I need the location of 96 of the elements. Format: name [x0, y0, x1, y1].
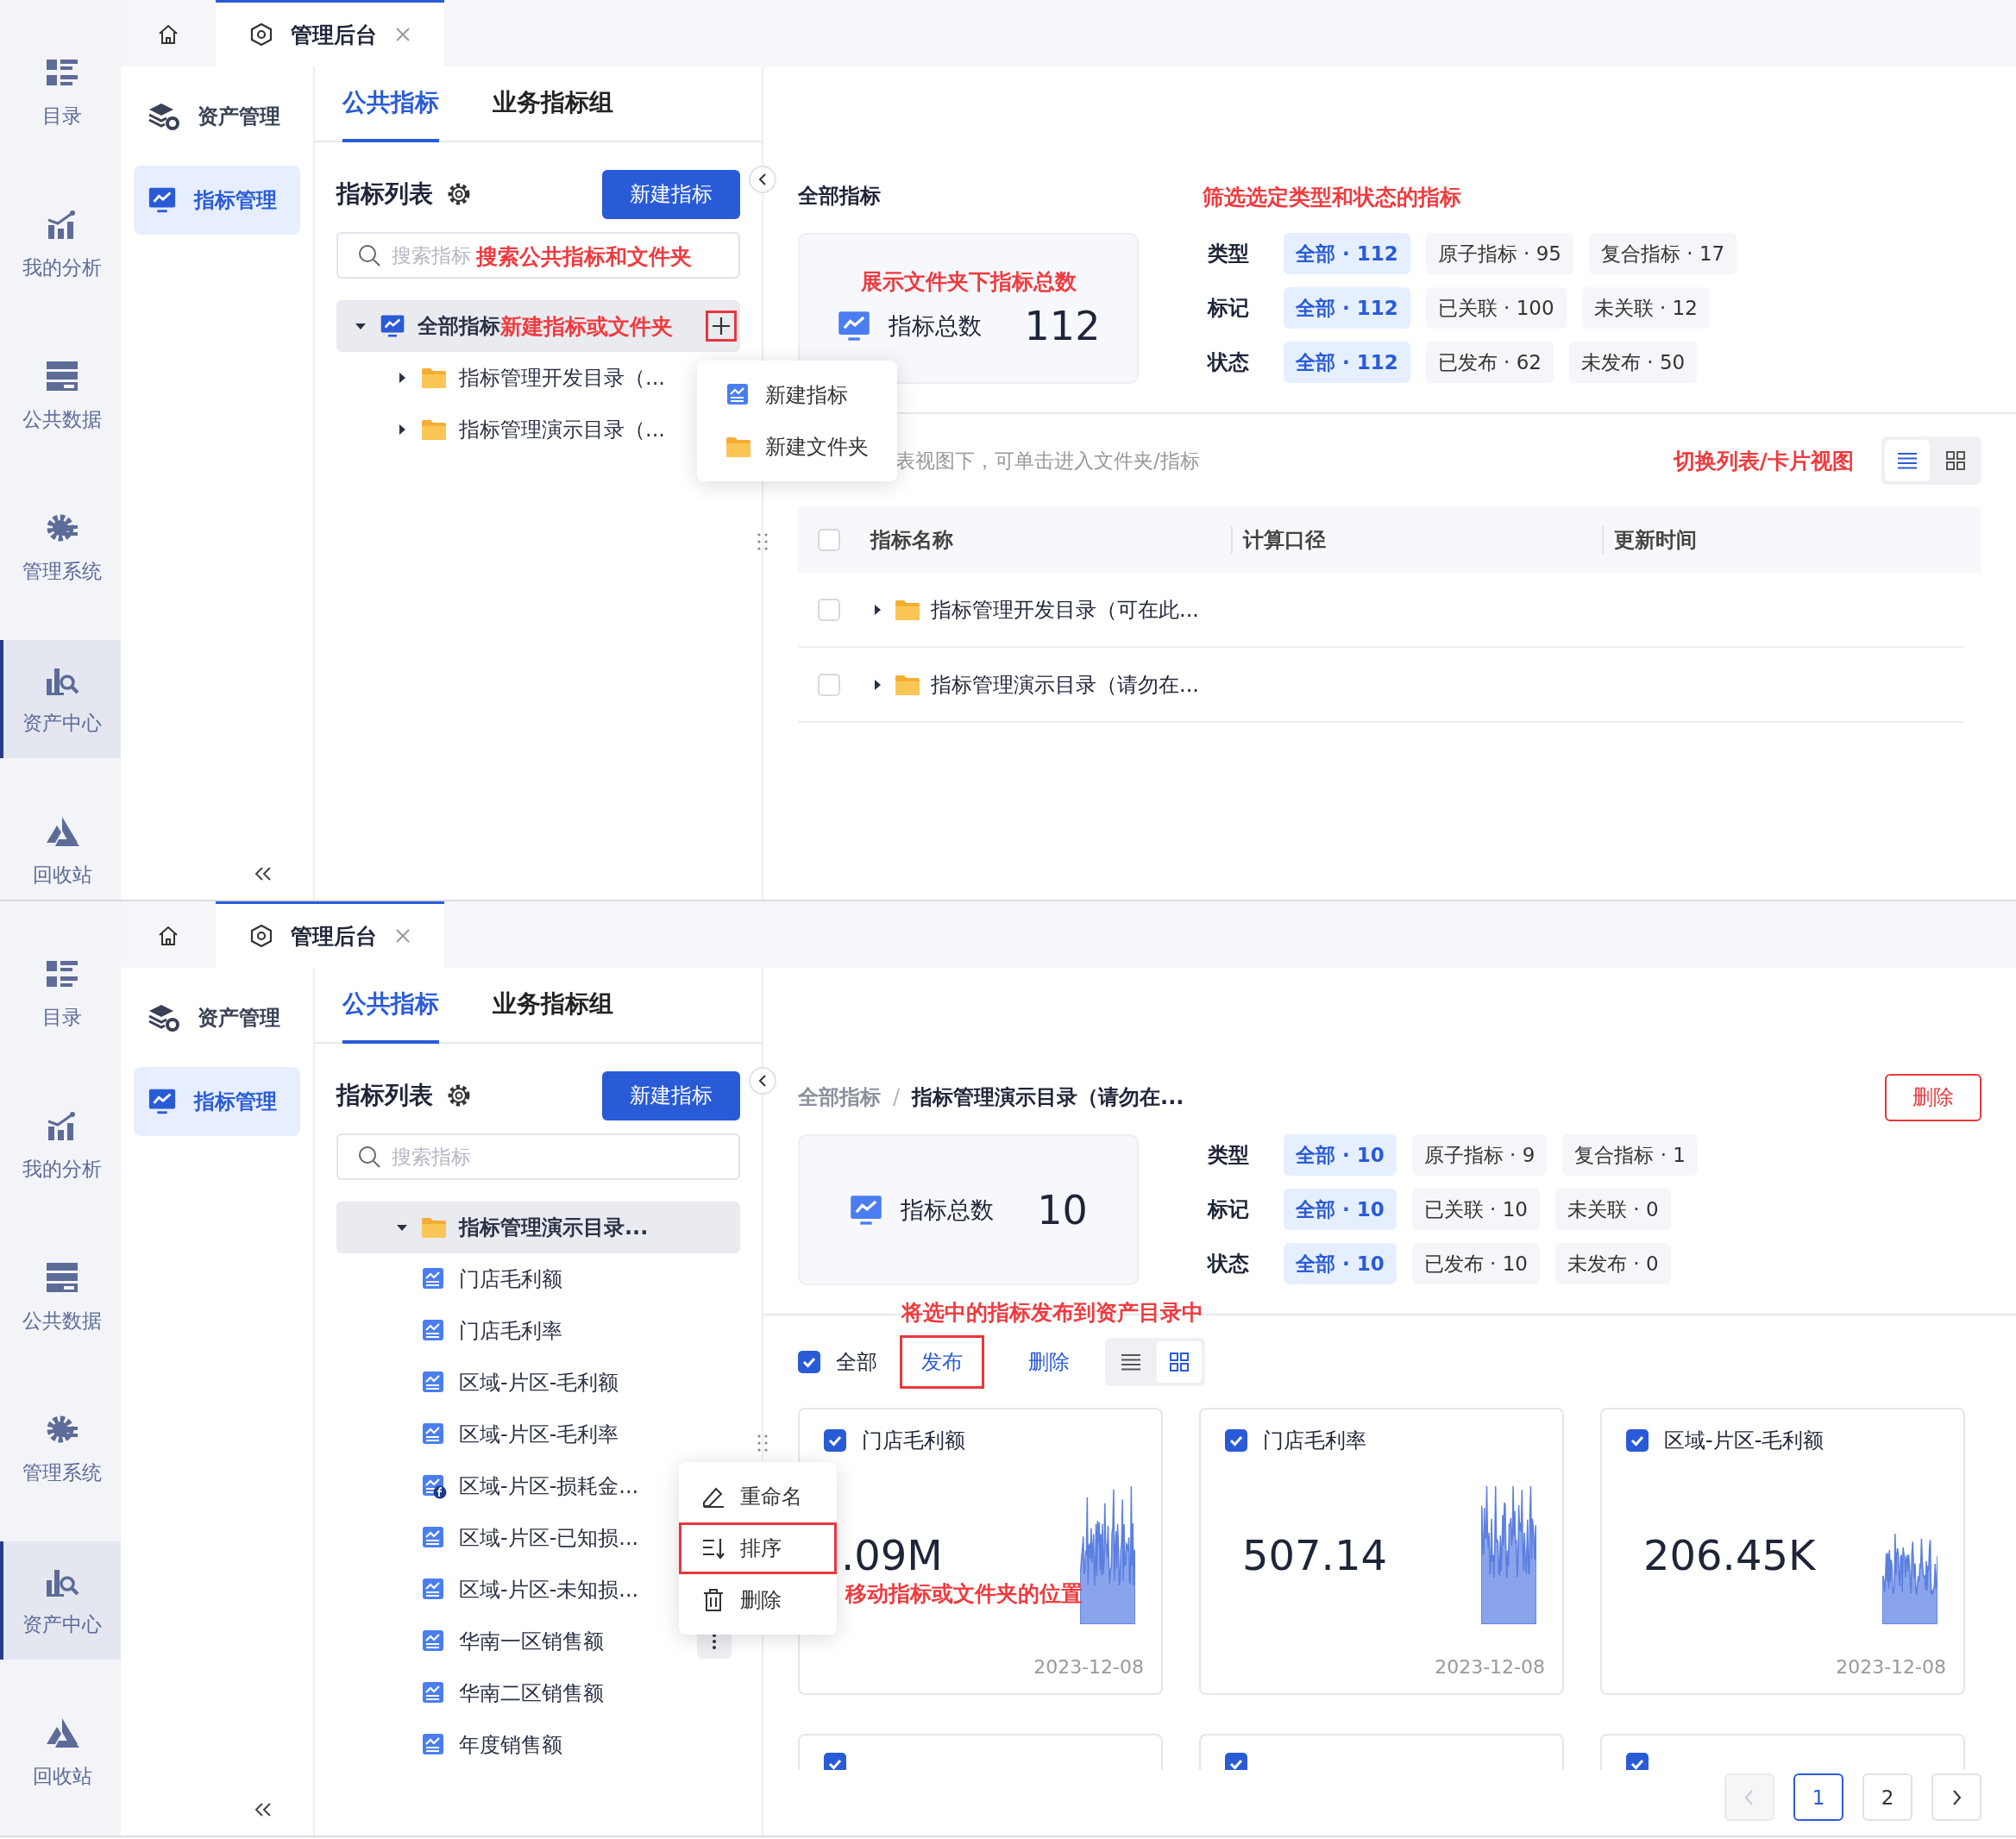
card-value: 206.45K — [1643, 1531, 1816, 1579]
metric-card[interactable]: 区域-片区-毛利额 206.45K 2023-12-08 — [1600, 1408, 1965, 1695]
tab[interactable]: 业务指标组 — [493, 968, 613, 1044]
action-link[interactable]: 发布 — [900, 1335, 984, 1389]
stat-label: 指标总数 — [901, 1195, 995, 1225]
nav-item[interactable]: 资产中心 — [0, 1541, 121, 1660]
tree-item[interactable]: 门店毛利率 — [336, 1305, 740, 1357]
card-value: 507.14 — [1242, 1531, 1387, 1579]
breadcrumb-item: 指标管理演示目录（请勿在... — [912, 1084, 1184, 1111]
filter-chip[interactable]: 全部 · 10 — [1284, 1189, 1397, 1230]
table-cell[interactable]: 指标管理开发目录（可在此... — [931, 595, 1199, 624]
breadcrumb-item: 全部指标 — [798, 183, 881, 210]
annotation-text: 切换列表/卡片视图 — [1673, 447, 1854, 475]
card-date: 2023-12-08 — [1033, 1656, 1144, 1678]
side-menu-item[interactable]: 指标管理 — [134, 166, 300, 235]
filter-chip[interactable]: 原子指标 · 9 — [1411, 1134, 1548, 1176]
filter-chip[interactable]: 已发布 · 10 — [1411, 1243, 1540, 1284]
filter-chip[interactable]: 已关联 · 100 — [1425, 287, 1567, 329]
filter-chip[interactable]: 全部 · 112 — [1284, 287, 1410, 329]
search-field[interactable]: 搜索指标 — [336, 1133, 740, 1180]
annotation-text: 展示文件夹下指标总数 — [860, 268, 1077, 296]
table-cell[interactable]: 指标管理演示目录（请勿在... — [931, 670, 1199, 699]
side-menu-item[interactable]: 资产管理 — [134, 82, 300, 151]
card-value: .09M — [841, 1531, 943, 1579]
filter-chip[interactable]: 已发布 · 62 — [1425, 342, 1554, 383]
filter-chip[interactable]: 全部 · 112 — [1284, 233, 1410, 274]
filter-chip[interactable]: 未关联 · 12 — [1581, 287, 1710, 329]
tab[interactable]: 业务指标组 — [493, 66, 613, 142]
card-title: 门店毛利额 — [862, 1428, 965, 1454]
tree-item[interactable]: 年度销售额 — [336, 1719, 740, 1771]
stat-value: 10 — [1037, 1186, 1088, 1233]
nav-item[interactable]: 目录 — [0, 33, 121, 151]
nav-item[interactable]: 我的分析 — [0, 1086, 121, 1204]
tree-item[interactable]: 区域-片区-毛利额 — [336, 1357, 740, 1409]
hint-text: 表视图下，可单击进入文件夹/指标 — [895, 448, 1200, 474]
column-header: 更新时间 — [1613, 527, 1697, 552]
menu-item[interactable]: 排序 — [679, 1522, 837, 1574]
page-button[interactable]: 2 — [1862, 1773, 1912, 1821]
filter-chip[interactable]: 原子指标 · 95 — [1425, 233, 1573, 274]
filter-chip[interactable]: 全部 · 112 — [1284, 342, 1410, 383]
select-all-label: 全部 — [836, 1349, 877, 1376]
nav-item[interactable]: 公共数据 — [0, 336, 121, 455]
new-metric-button[interactable]: 新建指标 — [602, 169, 740, 219]
filter-label: 状态 — [1208, 1251, 1250, 1277]
annotation-text: 搜索公共指标和文件夹 — [476, 243, 692, 271]
list-title: 指标列表 — [336, 1080, 433, 1111]
tree-item[interactable]: 全部指标新建指标或文件夹 — [336, 300, 740, 352]
filter-chip[interactable]: 复合指标 · 17 — [1588, 233, 1737, 274]
filter-chip[interactable]: 未发布 · 50 — [1568, 342, 1698, 383]
tab[interactable]: 公共指标 — [342, 66, 439, 142]
metric-card[interactable]: 门店毛利率 507.14 2023-12-08 — [1199, 1408, 1564, 1695]
filter-chip[interactable]: 复合指标 · 1 — [1562, 1134, 1698, 1176]
tab[interactable]: 公共指标 — [342, 968, 439, 1044]
filter-label: 标记 — [1208, 1196, 1250, 1223]
annotation-text: 筛选选定类型和状态的指标 — [1203, 184, 1461, 211]
filter-chip[interactable]: 未关联 · 0 — [1554, 1189, 1671, 1230]
tree-item[interactable]: 指标管理演示目录... — [336, 1202, 740, 1253]
annotation-text: 新建指标或文件夹 — [500, 312, 673, 341]
filter-label: 类型 — [1208, 241, 1250, 267]
filter-label: 类型 — [1208, 1142, 1250, 1169]
card-date: 2023-12-08 — [1435, 1656, 1545, 1678]
nav-item[interactable]: 资产中心 — [0, 640, 121, 758]
tab[interactable]: 管理后台 — [216, 901, 444, 968]
new-metric-button[interactable]: 新建指标 — [602, 1070, 740, 1120]
page-button[interactable]: 1 — [1793, 1773, 1843, 1821]
breadcrumb-separator: / — [893, 1085, 901, 1109]
nav-item[interactable]: 回收站 — [0, 792, 121, 900]
filter-chip[interactable]: 全部 · 10 — [1284, 1134, 1397, 1176]
stat-value: 112 — [1024, 303, 1101, 349]
tree-item[interactable]: 门店毛利额 — [336, 1253, 740, 1305]
filter-label: 状态 — [1208, 349, 1250, 376]
card-title: 区域-片区-毛利额 — [1664, 1428, 1824, 1454]
nav-item[interactable]: 目录 — [0, 934, 121, 1052]
stat-label: 指标总数 — [888, 311, 982, 341]
annotation-text: 将选中的指标发布到资产目录中 — [901, 1299, 1203, 1327]
nav-item[interactable]: 回收站 — [0, 1693, 121, 1811]
side-menu-item[interactable]: 资产管理 — [134, 983, 300, 1052]
nav-item[interactable]: 我的分析 — [0, 185, 121, 303]
card-date: 2023-12-08 — [1836, 1656, 1946, 1678]
column-header: 计算口径 — [1241, 527, 1326, 552]
side-menu-item[interactable]: 指标管理 — [134, 1067, 300, 1136]
tree-item[interactable]: 区域-片区-毛利率 — [336, 1409, 740, 1460]
nav-item[interactable]: 管理系统 — [0, 488, 121, 606]
action-link[interactable]: 删除 — [1007, 1335, 1091, 1389]
nav-item[interactable]: 管理系统 — [0, 1390, 121, 1508]
delete-button[interactable]: 删除 — [1885, 1073, 1981, 1121]
card-title: 门店毛利率 — [1263, 1428, 1366, 1454]
filter-chip[interactable]: 全部 · 10 — [1284, 1243, 1397, 1284]
list-title: 指标列表 — [336, 179, 433, 210]
filter-chip[interactable]: 已关联 · 10 — [1411, 1189, 1540, 1230]
column-header: 指标名称 — [869, 527, 953, 552]
tree-item[interactable]: 华南二区销售额 — [336, 1667, 740, 1719]
tab[interactable]: 管理后台 — [216, 0, 444, 66]
filter-chip[interactable]: 未发布 · 0 — [1554, 1243, 1671, 1284]
nav-item[interactable]: 公共数据 — [0, 1238, 121, 1356]
filter-label: 标记 — [1208, 295, 1250, 322]
